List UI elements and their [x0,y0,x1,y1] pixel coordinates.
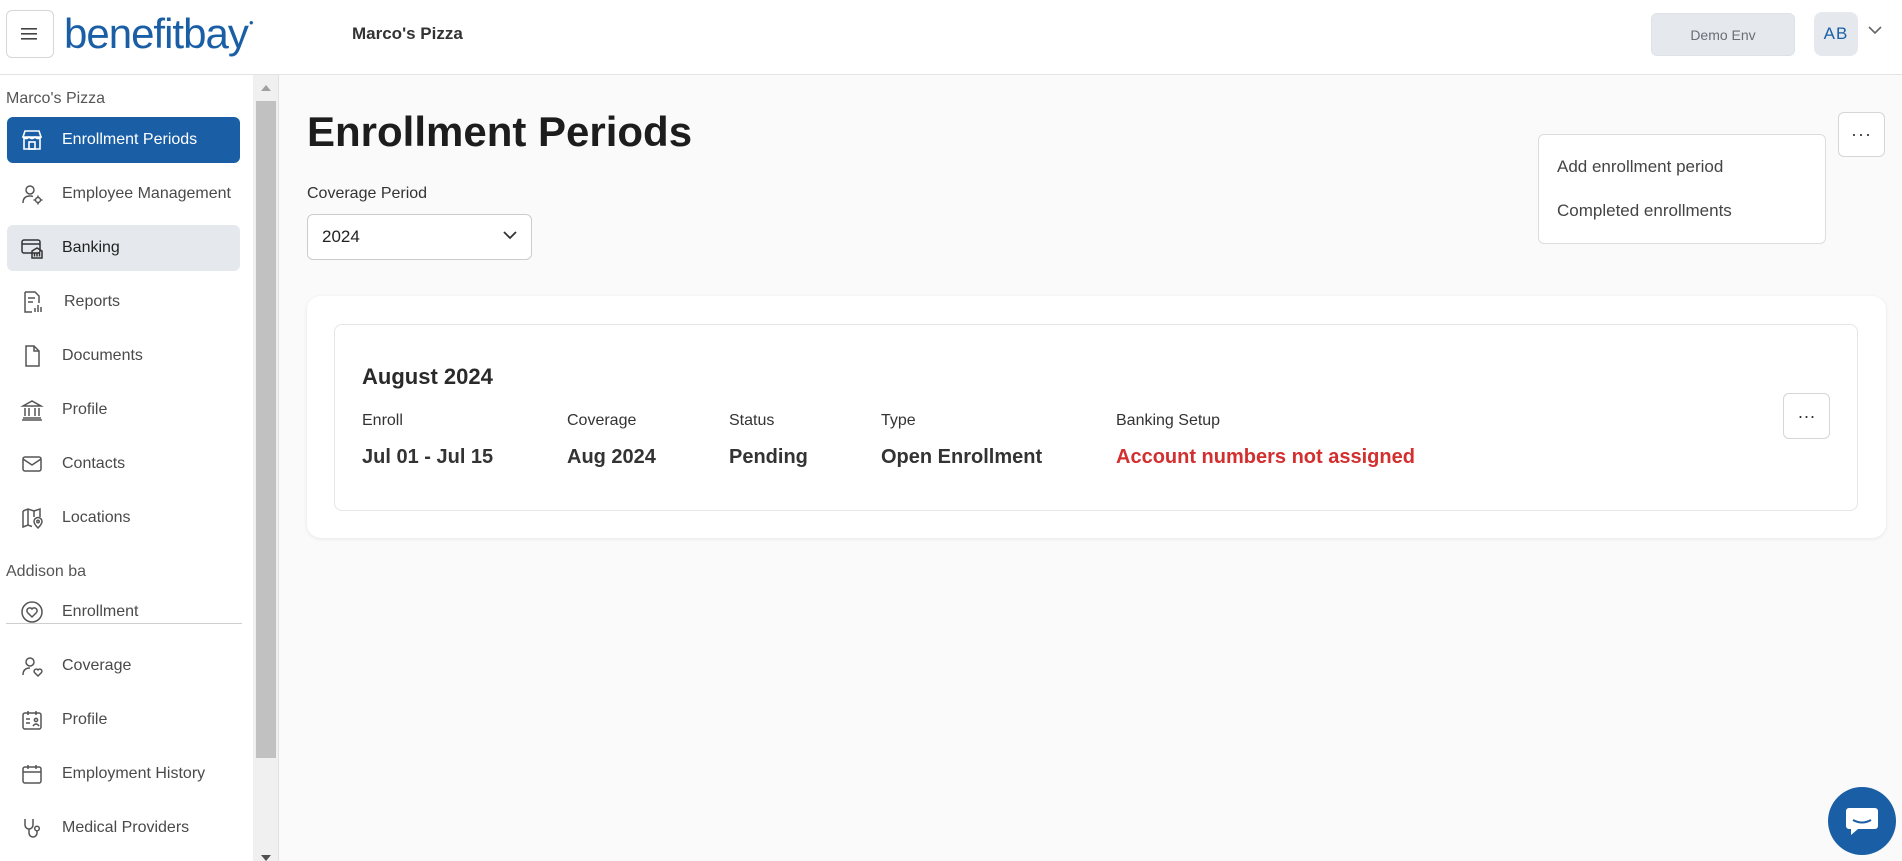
chevron-down-icon [503,231,517,240]
coverage-label: Coverage [567,412,637,429]
user-gear-icon [17,179,47,209]
sidebar-item-label: Coverage [62,657,132,674]
scroll-up-arrow-icon[interactable] [261,85,271,91]
banking-setup-label: Banking Setup [1116,412,1221,429]
hamburger-menu-button[interactable] [6,10,54,58]
sidebar-item-label: Enrollment [62,603,139,620]
employer-section-label: Marco's Pizza [6,90,106,107]
chat-widget-button[interactable] [1828,787,1896,855]
sidebar-item-profile[interactable]: Profile [7,387,240,433]
enroll-value: Jul 01 - Jul 15 [362,446,494,468]
type-value: Open Enrollment [881,446,1043,468]
sidebar-item-label: Profile [62,711,108,728]
sidebar-item-enrollment-periods[interactable]: Enrollment Periods [7,117,240,163]
sidebar-item-reports[interactable]: Reports [7,279,240,325]
employee-section-label: Addison ba [6,563,87,580]
sidebar-item-label: Locations [62,509,131,526]
user-heart-icon [17,651,47,681]
environment-button[interactable]: Demo Env [1651,13,1795,56]
page-title: Enrollment Periods [307,108,693,155]
sidebar-item-label: Enrollment Periods [62,131,198,148]
sidebar-item-employment-history[interactable]: Employment History [7,751,240,797]
card-more-options-button[interactable]: ··· [1783,393,1830,439]
sidebar-item-coverage[interactable]: Coverage [7,643,240,689]
store-icon [17,125,47,155]
document-icon [17,341,47,371]
coverage-period-label: Coverage Period [307,185,428,202]
sidebar-item-label: Banking [62,239,120,256]
sidebar-item-employee-management[interactable]: Employee Management [7,171,240,217]
coverage-period-value: 2024 [322,227,360,246]
status-label: Status [729,412,775,429]
bank-card-icon [17,233,47,263]
mail-icon [17,449,47,479]
sidebar: Marco's Pizza Enrollment Periods Employe… [0,75,253,861]
hamburger-icon [21,28,37,40]
benefitbay-logo[interactable]: benefitbay● [64,10,254,58]
sidebar-item-documents[interactable]: Documents [7,333,240,379]
stethoscope-icon [17,813,47,843]
type-label: Type [881,412,916,429]
map-pin-icon [17,503,47,533]
sidebar-item-employee-profile[interactable]: Profile [7,697,240,743]
enrollment-period-card[interactable] [334,324,1858,511]
sidebar-item-label: Profile [62,401,108,418]
heart-icon [17,597,47,627]
enrollment-period-title: August 2024 [362,364,493,389]
chat-bubble-icon [1846,808,1878,835]
top-bar: benefitbay● Marco's Pizza Demo Env AB [0,0,1902,75]
banking-setup-value: Account numbers not assigned [1116,446,1415,468]
sidebar-item-contacts[interactable]: Contacts [7,441,240,487]
menu-item-completed-enrollments[interactable]: Completed enrollments [1557,201,1732,221]
status-value: Pending [729,446,808,468]
scrollbar-thumb[interactable] [256,101,276,758]
more-options-menu: Add enrollment period Completed enrollme… [1538,134,1826,244]
company-name: Marco's Pizza [352,24,463,43]
page-more-options-button[interactable]: ··· [1838,112,1885,157]
chevron-down-icon[interactable] [1868,26,1882,35]
scroll-down-arrow-icon[interactable] [261,855,271,861]
sidebar-item-label: Documents [62,347,143,364]
sidebar-item-label: Employment History [62,765,206,782]
sidebar-item-label: Contacts [62,455,126,472]
sidebar-item-locations[interactable]: Locations [7,495,240,541]
sidebar-item-label: Reports [64,293,121,310]
user-avatar[interactable]: AB [1814,12,1858,56]
sidebar-item-banking[interactable]: Banking [7,225,240,271]
menu-item-add-enrollment-period[interactable]: Add enrollment period [1557,157,1723,177]
sidebar-item-enrollment[interactable]: Enrollment [7,589,240,635]
calendar-user-icon [17,705,47,735]
coverage-value: Aug 2024 [567,446,656,468]
calendar-icon [17,759,47,789]
sidebar-item-label: Employee Management [62,185,231,202]
sidebar-item-medical-providers[interactable]: Medical Providers [7,805,240,851]
sidebar-scrollbar[interactable] [253,75,279,861]
building-icon [17,395,47,425]
coverage-period-select[interactable]: 2024 [307,214,532,260]
report-icon [17,287,47,317]
sidebar-item-label: Medical Providers [62,819,190,836]
enroll-label: Enroll [362,412,403,429]
